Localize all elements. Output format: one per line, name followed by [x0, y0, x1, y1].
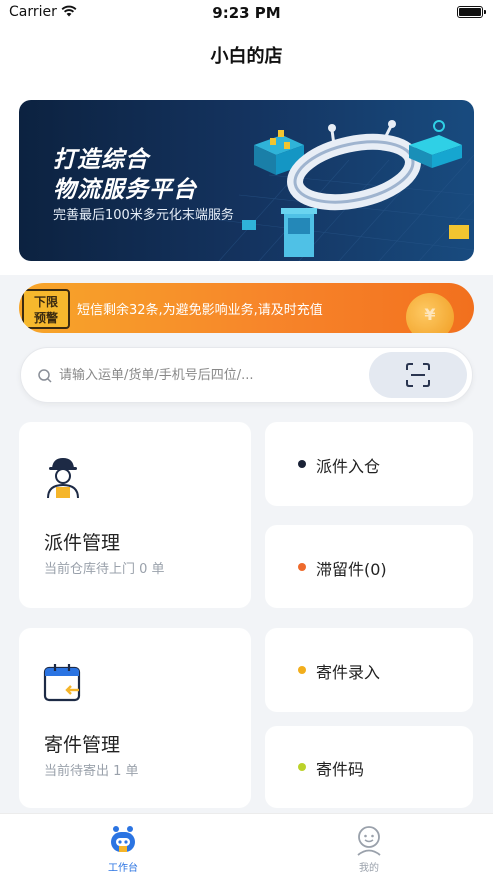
clock: 9:23 PM [212, 4, 281, 22]
dispatch-management-card[interactable]: 派件管理 当前仓库待上门 0 单 [19, 422, 251, 608]
status-dot [298, 666, 306, 674]
banner-title-line2: 物流服务平台 [53, 177, 197, 203]
send-management-card[interactable]: 寄件管理 当前待寄出 1 单 [19, 628, 251, 808]
stranded-parcels-label: 滞留件(0) [316, 560, 387, 579]
coin-symbol: ¥ [424, 305, 436, 324]
status-dot [298, 563, 306, 571]
stranded-parcels-card[interactable]: 滞留件(0) [265, 525, 473, 608]
send-card-subtitle: 当前待寄出 1 单 [44, 764, 139, 779]
dispatch-inbound-label: 派件入仓 [316, 457, 381, 476]
dispatch-card-title: 派件管理 [44, 532, 121, 554]
tab-mine-label: 我的 [359, 863, 379, 874]
battery-icon [457, 6, 486, 18]
banner-subtitle: 完善最后100米多元化末端服务 [53, 208, 234, 223]
send-card-title: 寄件管理 [44, 734, 121, 756]
notice-text: 短信剩余32条,为避免影响业务,请及时充值 [77, 303, 323, 318]
search-bar [20, 347, 473, 403]
tab-workbench[interactable]: 工作台 [0, 814, 246, 879]
logistics-illustration-icon [242, 120, 469, 257]
promo-banner[interactable]: 打造综合 物流服务平台 完善最后100米多元化末端服务 [19, 100, 474, 261]
user-profile-icon [357, 826, 381, 856]
status-dot [298, 460, 306, 468]
status-dot [298, 763, 306, 771]
send-code-card[interactable]: 寄件码 [265, 726, 473, 808]
dispatch-inbound-card[interactable]: 派件入仓 [265, 422, 473, 506]
status-bar: Carrier 9:23 PM [0, 0, 493, 26]
scan-icon [406, 363, 430, 387]
search-input[interactable] [59, 364, 359, 386]
warning-tag-line1: 下限 [33, 295, 58, 309]
tab-workbench-label: 工作台 [108, 863, 138, 874]
send-entry-card[interactable]: 寄件录入 [265, 628, 473, 712]
coin-icon: ¥ [406, 293, 454, 333]
send-code-label: 寄件码 [316, 760, 365, 779]
banner-title-line1: 打造综合 [53, 147, 149, 173]
workbench-robot-icon [111, 826, 135, 852]
tab-bar: 工作台 我的 [0, 813, 493, 879]
warning-tag-line2: 预警 [33, 311, 58, 325]
dispatch-card-subtitle: 当前仓库待上门 0 单 [44, 562, 165, 577]
page-title: 小白的店 [210, 46, 283, 67]
send-entry-label: 寄件录入 [316, 663, 381, 682]
warning-tag: 下限 预警 [22, 289, 70, 329]
sms-balance-notice[interactable]: 下限 预警 短信剩余32条,为避免影响业务,请及时充值 ¥ [19, 283, 474, 333]
search-icon [38, 369, 52, 383]
calendar-return-icon [43, 664, 81, 702]
courier-icon [47, 458, 79, 499]
scan-button[interactable] [369, 352, 467, 398]
tab-mine[interactable]: 我的 [246, 814, 492, 879]
